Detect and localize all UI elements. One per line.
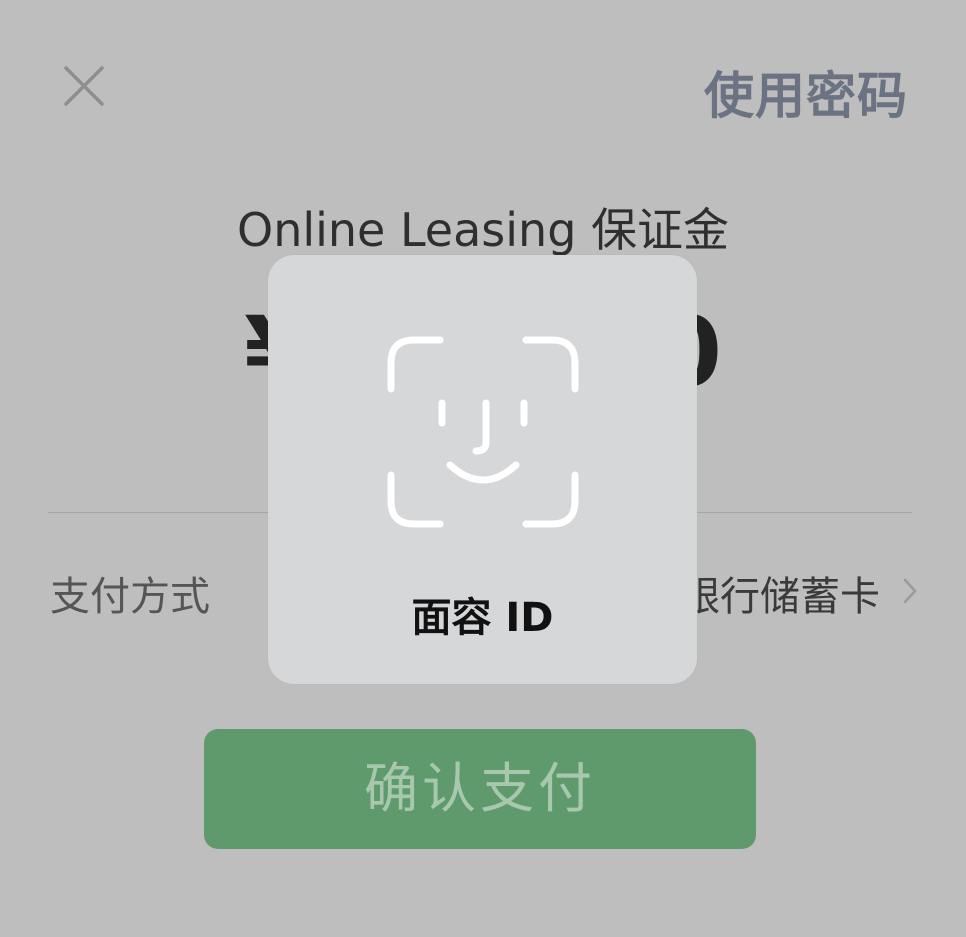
merchant-title: Online Leasing 保证金 (236, 203, 730, 257)
confirm-pay-button[interactable]: 确认支付 (204, 729, 756, 849)
face-id-label: 面容 ID (411, 595, 554, 641)
payment-method-label: 支付方式 (50, 574, 210, 620)
face-id-prompt: 面容 ID (268, 255, 697, 684)
payment-method-value: 银行储蓄卡 (680, 574, 880, 620)
close-button[interactable] (62, 64, 106, 108)
close-icon (64, 66, 104, 106)
payment-sheet: 使用密码 Online Leasing 保证金 ¥ 0 支付方式 银行储蓄卡 确… (0, 0, 966, 937)
use-password-link[interactable]: 使用密码 (704, 56, 908, 128)
face-id-icon (386, 335, 580, 533)
payment-method-selector[interactable]: 银行储蓄卡 (680, 564, 918, 622)
chevron-right-icon (902, 577, 918, 609)
